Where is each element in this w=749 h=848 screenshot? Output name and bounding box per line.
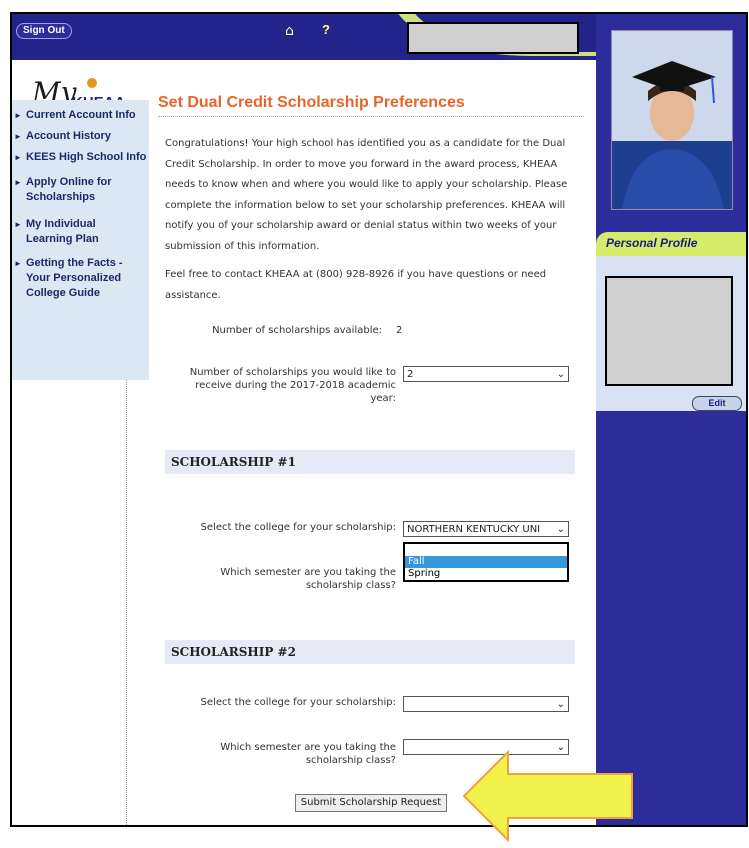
right-column: Personal Profile Edit (596, 14, 746, 825)
triangle-right-icon: ► (14, 132, 22, 141)
contact-text: Feel free to contact KHEAA at (800) 928-… (165, 269, 547, 301)
intro-text: Congratulations! Your high school has id… (165, 138, 568, 252)
available-value: 2 (396, 325, 403, 336)
college-select-1[interactable]: NORTHERN KENTUCKY UNI ⌄ (403, 521, 569, 537)
student-photo (611, 30, 733, 210)
arrow-pointer-icon (462, 749, 633, 843)
edit-profile-button[interactable]: Edit (692, 396, 742, 411)
semester-label-1: Which semester are you taking the schola… (220, 567, 396, 591)
help-icon[interactable]: ? (322, 22, 330, 37)
title-divider (158, 116, 584, 117)
main-panel: My KHEAA ► Current Account Info ► Accoun… (12, 60, 596, 825)
nav-item-kees[interactable]: ► KEES High School Info (14, 150, 148, 165)
nav-item-getting-facts[interactable]: ► Getting the Facts - Your Personalized … (14, 256, 136, 301)
chevron-down-icon: ⌄ (556, 369, 565, 380)
personal-profile-panel: Edit (596, 256, 746, 413)
triangle-right-icon: ► (14, 178, 22, 187)
college-label-2: Select the college for your scholarship: (200, 697, 396, 708)
app-frame: Sign Out ⌂ ? Personal Profile Edit My ► … (10, 12, 748, 827)
chevron-down-icon: ⌄ (556, 699, 565, 710)
triangle-right-icon: ► (14, 259, 22, 268)
receive-label: Number of scholarships you would like to… (189, 367, 396, 404)
page-title: Set Dual Credit Scholarship Preferences (158, 94, 465, 111)
triangle-right-icon: ► (14, 220, 22, 229)
semester-listbox-1[interactable]: Fall Spring (403, 542, 569, 582)
college-label-1: Select the college for your scholarship: (200, 522, 396, 533)
scholarship-1-heading: SCHOLARSHIP #1 (165, 450, 575, 474)
redacted-box (605, 276, 733, 386)
logo-dot-icon (87, 78, 97, 88)
redacted-box (407, 22, 579, 54)
chevron-down-icon: ⌄ (556, 524, 565, 535)
divider (126, 380, 127, 825)
nav-item-learning-plan[interactable]: ► My Individual Learning Plan (14, 217, 118, 247)
sign-out-button[interactable]: Sign Out (16, 23, 72, 39)
triangle-right-icon: ► (14, 153, 22, 162)
submit-scholarship-button[interactable]: Submit Scholarship Request (295, 794, 447, 812)
semester-label-2: Which semester are you taking the schola… (220, 742, 396, 766)
semester-option-spring[interactable]: Spring (405, 568, 567, 580)
nav-item-current-account[interactable]: ► Current Account Info (14, 108, 143, 123)
semester-option-fall[interactable]: Fall (405, 556, 567, 568)
triangle-right-icon: ► (14, 111, 22, 120)
available-label: Number of scholarships available: (212, 325, 382, 336)
nav-item-account-history[interactable]: ► Account History (14, 129, 143, 144)
college-select-2[interactable]: ⌄ (403, 696, 569, 712)
scholarship-count-select[interactable]: 2 ⌄ (403, 366, 569, 382)
nav-item-apply-online[interactable]: ► Apply Online for Scholarships (14, 175, 128, 205)
home-icon[interactable]: ⌂ (285, 23, 294, 39)
scholarship-2-heading: SCHOLARSHIP #2 (165, 640, 575, 664)
left-navigation: ► Current Account Info ► Account History… (12, 100, 149, 380)
profile-title: Personal Profile (606, 236, 698, 250)
personal-profile-header: Personal Profile (596, 232, 746, 256)
